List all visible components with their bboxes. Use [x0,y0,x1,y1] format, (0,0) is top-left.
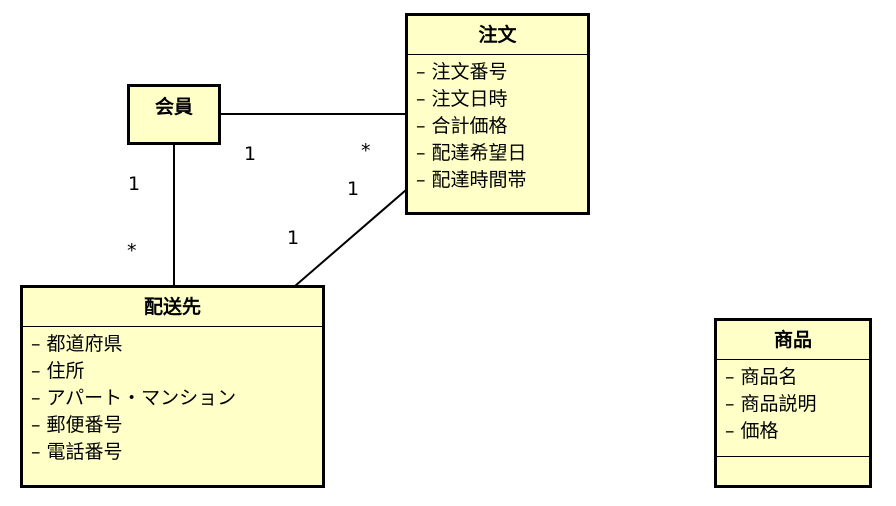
attribute: – 住所 [31,360,85,382]
attribute: – 電話番号 [31,441,123,463]
multiplicity-member-delivery-member-end: 1 [128,173,141,195]
class-product-name: 商品 [773,329,812,351]
multiplicity-member-order-order-end: * [361,140,371,162]
class-delivery-name: 配送先 [143,296,201,318]
class-order-attributes: – 注文番号 – 注文日時 – 合計価格 – 配達希望日 – 配達時間帯 [408,55,587,194]
multiplicity-member-order-member-end: 1 [244,143,257,165]
uml-class-diagram: 注文 – 注文番号 – 注文日時 – 合計価格 – 配達希望日 – 配達時間帯 … [0,0,896,506]
class-product[interactable]: 商品 – 商品名 – 商品説明 – 価格 [714,318,872,488]
class-member[interactable]: 会員 [127,84,221,145]
attribute: – 郵便番号 [31,414,123,436]
attribute: – 注文日時 [416,88,508,110]
attribute: – 商品名 [725,366,798,388]
attribute: – アパート・マンション [31,387,237,409]
association-order-delivery [294,189,407,287]
class-order[interactable]: 注文 – 注文番号 – 注文日時 – 合計価格 – 配達希望日 – 配達時間帯 [405,13,590,215]
class-order-name: 注文 [478,24,517,46]
multiplicity-member-delivery-delivery-end: * [127,240,137,262]
class-member-name: 会員 [154,96,193,118]
attribute: – 配達時間帯 [416,169,527,191]
class-delivery[interactable]: 配送先 – 都道府県 – 住所 – アパート・マンション – 郵便番号 – 電話… [20,285,325,488]
class-delivery-attributes: – 都道府県 – 住所 – アパート・マンション – 郵便番号 – 電話番号 [23,327,322,466]
attribute: – 価格 [725,420,779,442]
attribute: – 合計価格 [416,115,508,137]
class-product-attributes: – 商品名 – 商品説明 – 価格 [717,360,869,456]
multiplicity-order-delivery-delivery-end: 1 [287,227,300,249]
multiplicity-order-delivery-order-end: 1 [347,178,360,200]
attribute: – 注文番号 [416,61,508,83]
attribute: – 都道府県 [31,333,123,355]
class-product-operations [717,456,869,457]
attribute: – 商品説明 [725,393,817,415]
attribute: – 配達希望日 [416,142,527,164]
